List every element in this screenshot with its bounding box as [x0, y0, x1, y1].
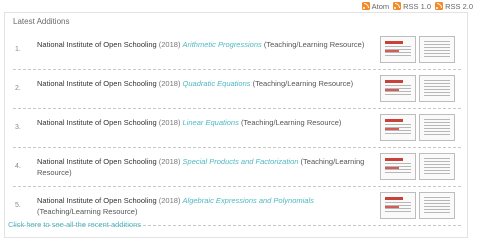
- atom-feed-link[interactable]: Atom: [361, 1, 390, 11]
- item-year: (2018): [158, 196, 181, 205]
- latest-additions-panel: Latest Additions 1. National Institute o…: [4, 12, 468, 238]
- item-type: (Teaching/Learning Resource): [240, 118, 342, 127]
- item-title-link[interactable]: Quadratic Equations: [183, 79, 251, 88]
- rss1-feed-link[interactable]: RSS 1.0: [393, 2, 431, 11]
- document-thumbnail[interactable]: [419, 36, 455, 63]
- item-author: National Institute of Open Schooling: [37, 157, 157, 166]
- item-citation: National Institute of Open Schooling (20…: [37, 117, 367, 128]
- item-thumbnails: [380, 75, 455, 102]
- item-year: (2018): [158, 79, 181, 88]
- item-title-link[interactable]: Arithmetic Progressions: [183, 40, 262, 49]
- additions-list: 1. National Institute of Open Schooling …: [13, 31, 461, 226]
- document-thumbnail[interactable]: [380, 114, 416, 141]
- item-type: (Teaching/Learning Resource): [252, 79, 354, 88]
- document-thumbnail[interactable]: [419, 192, 455, 219]
- document-thumbnail[interactable]: [380, 153, 416, 180]
- document-thumbnail[interactable]: [419, 75, 455, 102]
- item-number: 5.: [15, 202, 21, 209]
- document-thumbnail[interactable]: [419, 153, 455, 180]
- feed-label: Atom: [371, 1, 390, 11]
- item-number: 4.: [15, 163, 21, 170]
- rss-icon: [361, 2, 370, 10]
- see-all-recent-additions-link[interactable]: Click here to see all the recent additio…: [8, 220, 141, 229]
- item-thumbnails: [380, 36, 455, 63]
- item-citation: National Institute of Open Schooling (20…: [37, 39, 367, 50]
- item-author: National Institute of Open Schooling: [37, 196, 157, 205]
- item-title-link[interactable]: Special Products and Factorization: [183, 157, 299, 166]
- list-item: 3. National Institute of Open Schooling …: [13, 109, 461, 148]
- item-year: (2018): [158, 118, 181, 127]
- item-year: (2018): [158, 40, 181, 49]
- item-number: 3.: [15, 124, 21, 131]
- rss2-feed-link[interactable]: RSS 2.0: [435, 2, 473, 11]
- item-thumbnails: [380, 192, 455, 219]
- document-thumbnail[interactable]: [380, 36, 416, 63]
- item-citation: National Institute of Open Schooling (20…: [37, 195, 367, 217]
- item-type: (Teaching/Learning Resource): [263, 40, 365, 49]
- document-thumbnail[interactable]: [380, 192, 416, 219]
- item-title-link[interactable]: Linear Equations: [183, 118, 239, 127]
- feed-label: RSS 1.0: [403, 1, 432, 11]
- item-author: National Institute of Open Schooling: [37, 79, 157, 88]
- feed-links: Atom RSS 1.0 RSS 2.0: [361, 0, 473, 12]
- feed-label: RSS 2.0: [445, 1, 473, 11]
- item-title-link[interactable]: Algebraic Expressions and Polynomials: [183, 196, 314, 205]
- rss-icon: [393, 2, 402, 10]
- document-thumbnail[interactable]: [419, 114, 455, 141]
- item-number: 1.: [15, 46, 21, 53]
- item-number: 2.: [15, 85, 21, 92]
- item-citation: National Institute of Open Schooling (20…: [37, 78, 367, 89]
- panel-heading: Latest Additions: [13, 17, 70, 26]
- item-author: National Institute of Open Schooling: [37, 118, 157, 127]
- rss-icon: [435, 2, 444, 10]
- item-citation: National Institute of Open Schooling (20…: [37, 156, 367, 178]
- item-year: (2018): [158, 157, 181, 166]
- item-type: (Teaching/Learning Resource): [37, 207, 138, 216]
- item-thumbnails: [380, 114, 455, 141]
- item-thumbnails: [380, 153, 455, 180]
- list-item: 4. National Institute of Open Schooling …: [13, 148, 461, 187]
- list-item: 1. National Institute of Open Schooling …: [13, 31, 461, 70]
- item-author: National Institute of Open Schooling: [37, 40, 157, 49]
- document-thumbnail[interactable]: [380, 75, 416, 102]
- list-item: 2. National Institute of Open Schooling …: [13, 70, 461, 109]
